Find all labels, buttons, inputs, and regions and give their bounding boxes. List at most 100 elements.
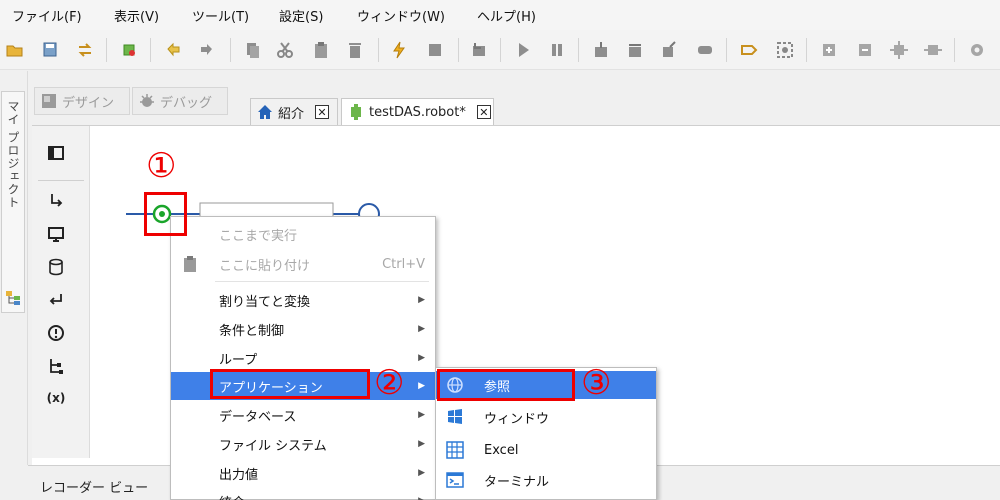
step-over-icon[interactable]	[624, 39, 646, 61]
resume-icon[interactable]	[694, 39, 716, 61]
left-side-strip: マイ プロジェクト	[0, 71, 28, 465]
design-icon	[42, 94, 56, 108]
menu-item-label: ループ	[219, 352, 258, 368]
tab-testdas-robot[interactable]: testDAS.robot* ✕	[341, 98, 494, 125]
design-perspective-label: デザイン	[62, 95, 115, 111]
cut-icon[interactable]	[274, 39, 296, 61]
windows-icon	[446, 408, 464, 426]
menu-separator	[215, 281, 429, 282]
run-icon[interactable]	[512, 39, 534, 61]
redo-icon[interactable]	[196, 39, 218, 61]
action-palette: (x)	[32, 126, 90, 458]
panel-toggle-icon[interactable]	[46, 143, 66, 163]
palette-divider	[38, 180, 84, 181]
menu-item-run-to-here[interactable]: ここまで実行	[171, 220, 435, 248]
delete-icon[interactable]	[344, 39, 366, 61]
menu-tools[interactable]: ツール(T)	[192, 6, 249, 25]
menu-view[interactable]: 表示(V)	[114, 6, 159, 25]
variables-icon[interactable]: (x)	[46, 388, 66, 408]
copy-icon[interactable]	[242, 39, 264, 61]
annotation-number-1: ①	[146, 146, 177, 186]
expand-icon[interactable]	[922, 39, 944, 61]
menu-item-paste-here[interactable]: ここに貼り付け Ctrl+V	[171, 250, 435, 278]
submenu-arrow-icon: ▶	[418, 439, 425, 449]
menu-item-label: 統合	[219, 492, 245, 500]
zoom-in-icon[interactable]	[818, 39, 840, 61]
submenu-arrow-icon: ▶	[418, 468, 425, 478]
monitor-icon[interactable]	[46, 224, 66, 244]
fit-icon[interactable]	[888, 39, 910, 61]
menu-item-file-system[interactable]: ファイル システム ▶	[171, 430, 435, 458]
tag-icon[interactable]	[738, 39, 760, 61]
tab-testdas-robot-close-icon[interactable]: ✕	[476, 105, 491, 119]
submenu-arrow-icon: ▶	[418, 324, 425, 334]
settings-gear-icon[interactable]	[966, 39, 988, 61]
project-tree-icon	[5, 290, 21, 306]
tab-introduction[interactable]: 紹介 ✕	[250, 98, 338, 125]
tab-testdas-robot-label: testDAS.robot*	[369, 104, 466, 120]
project-panel-tab[interactable]: マイ プロジェクト	[1, 91, 25, 313]
annotation-box-application	[210, 369, 370, 399]
submenu-arrow-icon: ▶	[418, 410, 425, 420]
menu-item-output-value[interactable]: 出力値 ▶	[171, 459, 435, 487]
return-icon[interactable]	[46, 290, 66, 310]
zoom-out-icon[interactable]	[854, 39, 876, 61]
clipboard-icon	[181, 255, 199, 273]
undo-icon[interactable]	[162, 39, 184, 61]
menu-item-label: 条件と制御	[219, 323, 285, 339]
stop-icon[interactable]	[424, 39, 446, 61]
menu-item-label: データベース	[219, 409, 297, 425]
debug-perspective-button[interactable]: デバッグ	[132, 87, 228, 115]
menu-item-label: ここに貼り付け	[219, 258, 311, 274]
pause-icon[interactable]	[546, 39, 568, 61]
step-back-icon[interactable]	[468, 39, 490, 61]
annotation-number-2: ②	[374, 363, 405, 403]
step-out-icon[interactable]	[658, 39, 680, 61]
tab-introduction-close-icon[interactable]: ✕	[315, 105, 330, 119]
home-icon	[258, 105, 272, 119]
hierarchy-icon[interactable]	[46, 356, 66, 376]
tab-introduction-label: 紹介	[278, 106, 305, 122]
menu-item-integration[interactable]: 統合 ▶	[171, 487, 435, 500]
menu-item-database[interactable]: データベース ▶	[171, 401, 435, 429]
menu-item-label: ここまで実行	[219, 228, 298, 244]
submenu-item-label: ターミナル	[484, 474, 550, 490]
menu-item-label: 割り当てと変換	[219, 294, 311, 310]
design-perspective-button[interactable]: デザイン	[34, 87, 130, 115]
submenu-arrow-icon: ▶	[418, 381, 425, 391]
target-icon[interactable]	[774, 39, 796, 61]
menu-settings[interactable]: 設定(S)	[279, 6, 323, 25]
swap-icon[interactable]	[74, 39, 96, 61]
context-menu: ここまで実行 ここに貼り付け Ctrl+V 割り当てと変換 ▶ 条件と制御 ▶ …	[170, 216, 436, 500]
menu-file[interactable]: ファイル(F)	[12, 6, 82, 25]
project-panel-label: マイ プロジェクト	[6, 100, 20, 209]
add-robot-icon[interactable]	[118, 39, 140, 61]
annotation-number-3: ③	[581, 363, 612, 403]
submenu-arrow-icon: ▶	[418, 496, 425, 500]
database-icon[interactable]	[46, 257, 66, 277]
save-all-icon[interactable]	[40, 39, 62, 61]
menu-window[interactable]: ウィンドウ(W)	[357, 6, 445, 25]
alert-icon[interactable]	[46, 323, 66, 343]
menu-item-assign-convert[interactable]: 割り当てと変換 ▶	[171, 286, 435, 314]
excel-grid-icon	[446, 441, 464, 459]
menu-item-condition-control[interactable]: 条件と制御 ▶	[171, 315, 435, 343]
recorder-view-title[interactable]: レコーダー ビュー	[40, 477, 148, 496]
step-into-icon[interactable]	[590, 39, 612, 61]
submenu-item-label: Excel	[484, 442, 519, 458]
submenu-item-excel[interactable]: Excel	[436, 436, 656, 464]
submenu-item-label: ウィンドウ	[484, 411, 550, 427]
annotation-box-start-node	[144, 192, 187, 236]
bug-icon	[140, 94, 154, 107]
submenu-item-terminal[interactable]: ターミナル	[436, 466, 656, 494]
assign-arrow-icon[interactable]	[46, 191, 66, 211]
menu-help[interactable]: ヘルプ(H)	[477, 6, 536, 25]
lightning-icon[interactable]	[388, 39, 410, 61]
debug-perspective-label: デバッグ	[160, 95, 213, 111]
submenu-item-window[interactable]: ウィンドウ	[436, 403, 656, 431]
menu-bar: ファイル(F) 表示(V) ツール(T) 設定(S) ウィンドウ(W) ヘルプ(…	[0, 0, 1000, 30]
terminal-icon	[446, 471, 464, 489]
open-folder-icon[interactable]	[4, 39, 26, 61]
paste-icon[interactable]	[310, 39, 332, 61]
toolbar	[0, 30, 1000, 70]
